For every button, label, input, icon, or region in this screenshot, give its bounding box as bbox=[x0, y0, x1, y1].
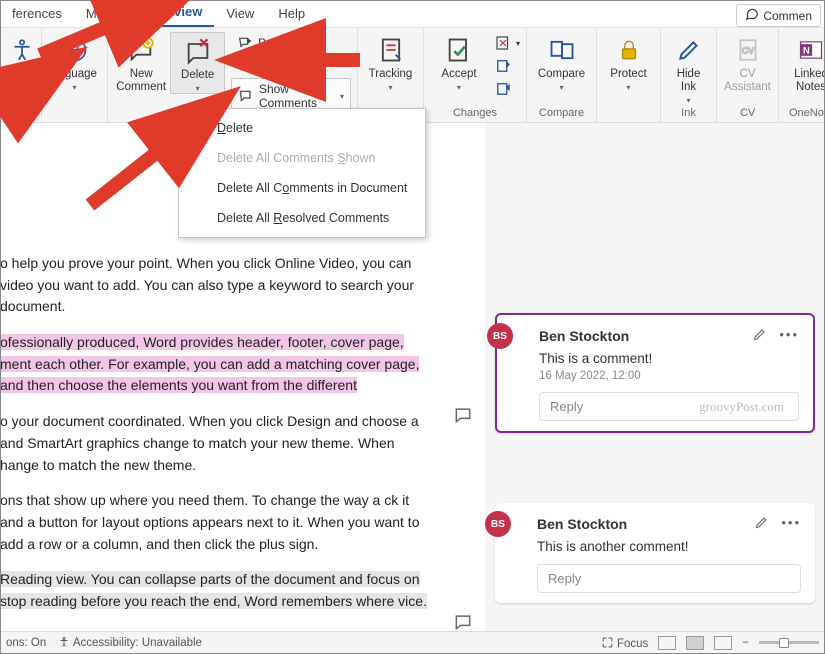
group-label-onenote: OneNote bbox=[785, 105, 825, 122]
compare-icon bbox=[546, 34, 578, 66]
comments-pane: BS Ben Stockton ••• This is a comment! 1… bbox=[485, 123, 825, 632]
menu-delete[interactable]: Delete bbox=[179, 113, 425, 143]
status-bar: ons: On Accessibility: Unavailable Focus… bbox=[0, 631, 825, 653]
avatar: BS bbox=[485, 511, 511, 537]
pen-icon bbox=[673, 34, 705, 66]
comment-card[interactable]: BS Ben Stockton ••• This is another comm… bbox=[495, 503, 815, 603]
focus-mode-button[interactable]: Focus bbox=[601, 636, 649, 650]
group-label-changes: Changes bbox=[430, 105, 520, 122]
show-comments-icon bbox=[238, 88, 254, 104]
cv-assistant-button: CV CV Assistant bbox=[723, 32, 772, 94]
menu-delete-all-in-document[interactable]: Delete All Comments in Document bbox=[179, 173, 425, 203]
onenote-icon: N bbox=[795, 34, 825, 66]
comment-timestamp: 16 May 2022, 12:00 bbox=[539, 370, 799, 382]
zoom-out-icon[interactable]: − bbox=[742, 637, 749, 649]
tab-review[interactable]: Review bbox=[146, 0, 215, 27]
comments-toggle-label: Commen bbox=[763, 9, 812, 23]
next-comment-button[interactable]: Next bbox=[231, 55, 351, 77]
next-icon bbox=[237, 58, 253, 74]
delete-comment-icon bbox=[182, 35, 214, 67]
accessibility-icon bbox=[6, 34, 38, 66]
group-label-cv: CV bbox=[723, 105, 772, 122]
accept-button[interactable]: Accept ▾ bbox=[430, 32, 488, 92]
comment-body: This is another comment! bbox=[537, 539, 801, 554]
read-mode-view-icon[interactable] bbox=[658, 636, 676, 650]
zoom-slider[interactable] bbox=[759, 641, 819, 644]
linked-notes-button[interactable]: N Linked Notes bbox=[785, 32, 825, 94]
status-left: ons: On bbox=[6, 637, 46, 649]
new-comment-button[interactable]: New Comment bbox=[114, 32, 168, 94]
comment-body: This is a comment! bbox=[539, 351, 799, 366]
menu-delete-all-resolved[interactable]: Delete All Resolved Comments bbox=[179, 203, 425, 233]
print-layout-view-icon[interactable] bbox=[686, 636, 704, 650]
tab-mailings[interactable]: Mailings bbox=[74, 1, 146, 27]
comment-marker-icon[interactable] bbox=[453, 405, 473, 425]
comment-card[interactable]: BS Ben Stockton ••• This is a comment! 1… bbox=[495, 313, 815, 433]
accessibility-status[interactable]: Accessibility: Unavailable bbox=[58, 636, 202, 649]
edit-icon[interactable] bbox=[754, 515, 769, 533]
globe-icon bbox=[59, 34, 91, 66]
tab-references[interactable]: ferences bbox=[0, 1, 74, 27]
svg-text:CV: CV bbox=[742, 45, 754, 55]
avatar: BS bbox=[487, 323, 513, 349]
body-text: o help you prove your point. When you cl… bbox=[0, 253, 432, 318]
reply-input[interactable]: Reply groovyPost.com bbox=[539, 392, 799, 421]
tracking-button[interactable]: Tracking ▾ bbox=[364, 32, 417, 92]
menu-delete-all-shown: Delete All Comments Shown bbox=[179, 143, 425, 173]
protect-button[interactable]: Protect ▾ bbox=[603, 32, 654, 92]
delete-dropdown-menu: Delete Delete All Comments Shown Delete … bbox=[178, 108, 426, 238]
delete-comment-icon bbox=[191, 120, 207, 136]
new-comment-icon bbox=[125, 34, 157, 66]
more-icon[interactable]: ••• bbox=[781, 515, 801, 533]
cv-icon: CV bbox=[732, 34, 764, 66]
web-layout-view-icon[interactable] bbox=[714, 636, 732, 650]
reply-input[interactable]: Reply bbox=[537, 564, 801, 593]
svg-text:N: N bbox=[803, 46, 810, 56]
speech-bubble-icon bbox=[745, 7, 759, 24]
body-text: ons that show up where you need them. To… bbox=[0, 490, 432, 555]
reject-icon[interactable] bbox=[492, 32, 514, 54]
comment-author: Ben Stockton bbox=[539, 328, 629, 344]
comment-author: Ben Stockton bbox=[537, 516, 627, 532]
edit-icon[interactable] bbox=[752, 327, 767, 345]
compare-button[interactable]: Compare ▾ bbox=[533, 32, 590, 92]
body-text-highlight-gray: Reading view. You can collapse parts of … bbox=[0, 569, 432, 612]
watermark: groovyPost.com bbox=[699, 399, 784, 415]
comment-marker-icon[interactable] bbox=[453, 612, 473, 632]
previous-comment-button[interactable]: Previous bbox=[231, 32, 351, 54]
next-change-icon[interactable] bbox=[492, 78, 514, 100]
comment-gutter bbox=[440, 123, 485, 632]
tab-help[interactable]: Help bbox=[266, 1, 317, 27]
chevron-down-icon: ▾ bbox=[340, 92, 344, 101]
tab-view[interactable]: View bbox=[214, 1, 266, 27]
previous-icon bbox=[237, 35, 253, 51]
comments-toggle-button[interactable]: Commen bbox=[736, 4, 821, 27]
body-text-highlight-pink: ofessionally produced, Word provides hea… bbox=[0, 332, 432, 397]
tab-strip: ferences Mailings Review View Help Comme… bbox=[0, 0, 825, 28]
more-icon[interactable]: ••• bbox=[779, 327, 799, 345]
prev-change-icon[interactable] bbox=[492, 55, 514, 77]
delete-comment-button[interactable]: Delete ▾ bbox=[170, 32, 225, 94]
language-button[interactable]: anguage ▾ bbox=[48, 32, 101, 92]
accept-icon bbox=[443, 34, 475, 66]
group-label-ink: Ink bbox=[667, 105, 710, 122]
group-label-compare: Compare bbox=[533, 105, 590, 122]
tracking-icon bbox=[375, 34, 407, 66]
lock-icon bbox=[613, 34, 645, 66]
accessibility-check-button[interactable]: ity ▾ bbox=[6, 32, 38, 92]
hide-ink-button[interactable]: Hide Ink ▾ bbox=[667, 32, 710, 105]
body-text: o your document coordinated. When you cl… bbox=[0, 411, 432, 476]
